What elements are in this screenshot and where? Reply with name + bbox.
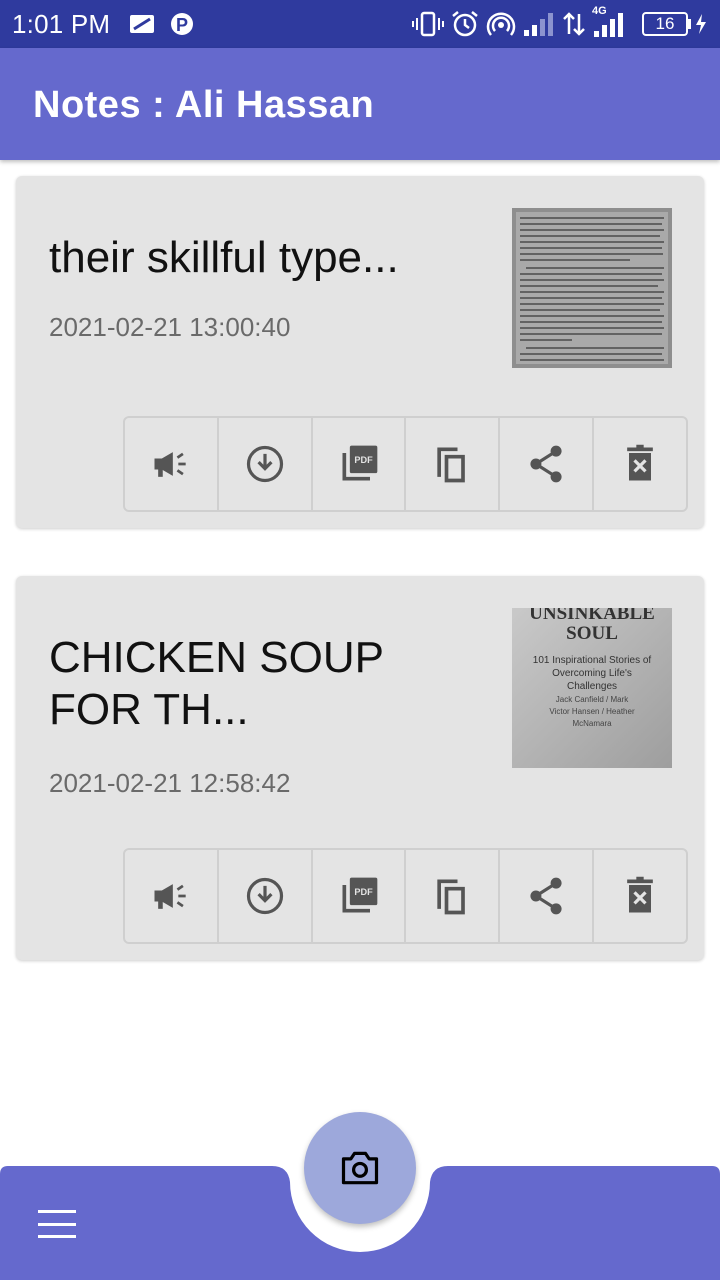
share-icon — [530, 877, 562, 915]
delete-button[interactable] — [594, 418, 686, 510]
note-title: their skillful type... — [49, 233, 399, 282]
export-pdf-button[interactable]: PDF — [313, 418, 407, 510]
signal-4g-icon: 4G — [592, 5, 630, 39]
status-bar: 1:01 PM P 4G 16 — [0, 0, 720, 48]
delete-icon — [627, 876, 653, 913]
note-action-bar: PDF — [123, 848, 688, 944]
svg-text:PDF: PDF — [354, 455, 373, 465]
download-icon — [246, 877, 283, 915]
note-card[interactable]: their skillful type... 2021-02-21 13:00:… — [16, 176, 704, 528]
note-thumbnail[interactable]: UNSINKABLE SOUL 101 Inspirational Storie… — [512, 608, 672, 768]
cover-heading: UNSINKABLE SOUL — [529, 608, 655, 644]
download-button[interactable] — [219, 850, 313, 942]
hamburger-menu-icon — [38, 1210, 76, 1213]
menu-button[interactable] — [38, 1210, 76, 1238]
note-card[interactable]: CHICKEN SOUP FOR TH... 2021-02-21 12:58:… — [16, 576, 704, 960]
export-pdf-button[interactable]: PDF — [313, 850, 407, 942]
camera-fab-button[interactable] — [304, 1112, 416, 1224]
cover-subtitle: 101 Inspirational Stories of Overcoming … — [532, 655, 652, 692]
pdf-icon: PDF — [342, 445, 377, 481]
page-title: Notes : Ali Hassan — [33, 84, 375, 126]
status-left-icons: P — [128, 11, 194, 37]
app-bar: Notes : Ali Hassan — [0, 48, 720, 160]
camera-icon — [341, 1151, 379, 1185]
share-button[interactable] — [500, 418, 595, 510]
data-transfer-icon — [563, 12, 585, 36]
parking-icon: P — [171, 13, 194, 35]
status-time: 1:01 PM — [12, 8, 111, 39]
note-thumbnail[interactable] — [512, 208, 672, 368]
battery-level: 16 — [642, 12, 688, 36]
copy-button[interactable] — [406, 850, 501, 942]
status-right-icons: 4G 16 — [412, 5, 708, 39]
scanned-page-image — [512, 208, 672, 368]
megaphone-icon — [154, 884, 186, 909]
book-cover-image: UNSINKABLE SOUL 101 Inspirational Storie… — [512, 608, 672, 768]
download-icon — [246, 445, 283, 483]
share-button[interactable] — [500, 850, 595, 942]
note-date: 2021-02-21 12:58:42 — [49, 768, 291, 798]
hotspot-icon — [486, 12, 516, 36]
cover-authors: Jack Canfield / Mark Victor Hansen / Hea… — [549, 695, 635, 728]
charging-icon — [696, 14, 706, 34]
signal-icon — [524, 13, 553, 36]
svg-text:PDF: PDF — [354, 887, 373, 897]
alarm-icon — [452, 11, 478, 37]
svg-text:P: P — [176, 15, 188, 35]
copy-icon — [437, 879, 466, 915]
pdf-icon: PDF — [342, 877, 377, 913]
copy-button[interactable] — [406, 418, 501, 510]
note-date: 2021-02-21 13:00:40 — [49, 312, 291, 342]
share-icon — [530, 445, 562, 483]
battery-icon: 16 — [642, 12, 708, 36]
note-title: CHICKEN SOUP FOR TH... — [49, 633, 384, 734]
vibrate-icon — [412, 11, 444, 37]
download-button[interactable] — [219, 418, 313, 510]
delete-button[interactable] — [594, 850, 686, 942]
delete-icon — [627, 444, 653, 481]
read-aloud-button[interactable] — [125, 850, 219, 942]
copy-icon — [437, 447, 466, 483]
note-action-bar: PDF — [123, 416, 688, 512]
megaphone-icon — [154, 452, 186, 477]
read-aloud-button[interactable] — [125, 418, 219, 510]
sim-card-icon — [130, 15, 155, 33]
